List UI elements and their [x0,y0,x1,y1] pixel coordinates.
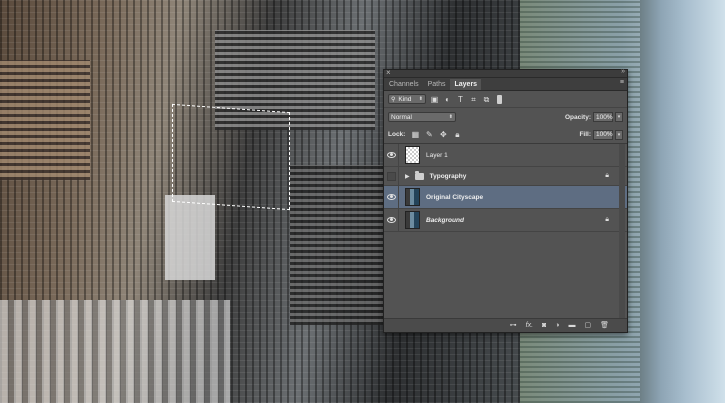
blend-row: Normal ⬍ Opacity: 100% ▾ [384,108,627,126]
blend-mode-select[interactable]: Normal ⬍ [388,112,456,122]
new-layer-icon[interactable]: ▢ [584,322,591,330]
panel-footer: ⊶ fx. ◙ ◑ ▬ ▢ 🗑︎ [384,318,627,332]
visibility-toggle[interactable] [384,186,399,208]
lock-position-icon[interactable]: ✥ [439,130,447,139]
building [0,300,230,403]
building [165,195,215,280]
lock-icon: 🔒︎ [605,216,609,223]
layer-thumbnail [405,211,420,229]
trash-icon[interactable]: 🗑︎ [600,322,609,330]
filter-kind-label: Kind [398,95,412,103]
building [290,165,385,325]
layer-row[interactable]: Layer 1 [384,144,627,167]
sky [640,0,725,403]
layer-name: Background [426,216,464,224]
layer-thumbnail [405,146,420,164]
eye-icon [386,194,396,200]
layer-group-row[interactable]: ▶ Typography 🔒︎ [384,167,627,186]
lock-transparent-icon[interactable]: ▦ [411,130,420,139]
panel-titlebar[interactable]: × » [384,67,627,78]
tab-paths[interactable]: Paths [424,79,450,90]
layer-row[interactable]: Background 🔒︎ [384,209,627,232]
chevron-down-icon: ⬍ [418,96,423,102]
shape-filter-icon[interactable]: ⌗ [469,95,478,104]
close-icon[interactable]: × [386,68,391,78]
building [0,60,90,180]
visibility-toggle[interactable] [384,209,399,231]
visibility-toggle[interactable] [384,144,399,166]
visibility-toggle[interactable] [384,167,399,185]
lock-all-icon[interactable]: 🔒︎ [453,130,461,139]
opacity-input[interactable]: 100% [593,112,613,122]
layer-row[interactable]: Original Cityscape [384,186,627,209]
chevron-down-icon: ⬍ [448,114,453,120]
fx-icon[interactable]: fx. [526,322,533,330]
layer-thumbnail [405,188,420,206]
type-filter-icon[interactable]: T [456,95,465,104]
pixel-filter-icon[interactable]: ▣ [430,95,439,104]
filter-row: ⚲ Kind ⬍ ▣ ◐ T ⌗ ⧉ [384,91,627,108]
search-icon: ⚲ [391,96,396,103]
fill-dropdown-icon[interactable]: ▾ [615,129,623,140]
layers-list: Layer 1 ▶ Typography 🔒︎ Original Citysca… [384,144,627,318]
expand-arrow-icon[interactable]: ▶ [405,173,410,180]
tab-channels[interactable]: Channels [385,79,423,90]
panel-tabs: Channels Paths Layers ≡ [384,78,627,91]
opacity-dropdown-icon[interactable]: ▾ [615,112,623,122]
layer-name: Typography [429,172,467,180]
layers-scrollbar[interactable] [619,144,625,318]
panel-menu-icon[interactable]: ≡ [620,79,624,87]
marquee-selection[interactable] [172,103,290,211]
lock-icon: 🔒︎ [605,172,609,179]
add-mask-icon[interactable]: ◙ [542,322,546,330]
link-layers-icon[interactable]: ⊶ [510,322,517,330]
lock-image-icon[interactable]: ✎ [425,130,433,139]
layer-name: Layer 1 [426,151,448,159]
filter-kind-select[interactable]: ⚲ Kind ⬍ [388,94,426,104]
fill-input[interactable]: 100% [593,129,613,140]
smart-object-filter-icon[interactable]: ⧉ [482,95,491,104]
folder-icon [414,170,424,180]
adjustment-filter-icon[interactable]: ◐ [443,95,452,104]
tab-layers[interactable]: Layers [450,79,482,90]
opacity-label: Opacity: [564,113,591,121]
new-group-icon[interactable]: ▬ [568,322,575,330]
blend-mode-value: Normal [391,113,412,121]
layers-panel: × » Channels Paths Layers ≡ ⚲ Kind ⬍ ▣ ◐… [383,67,628,333]
adjustment-layer-icon[interactable]: ◑ [555,322,559,330]
eye-icon [386,152,396,158]
lock-label: Lock: [388,131,406,138]
eye-icon [386,217,396,223]
lock-row: Lock: ▦ ✎ ✥ 🔒︎ Fill: 100% ▾ [384,126,627,144]
fill-label: Fill: [579,131,591,138]
layer-name: Original Cityscape [426,193,484,201]
filter-toggle[interactable] [497,94,502,104]
collapse-icon[interactable]: » [621,67,625,77]
